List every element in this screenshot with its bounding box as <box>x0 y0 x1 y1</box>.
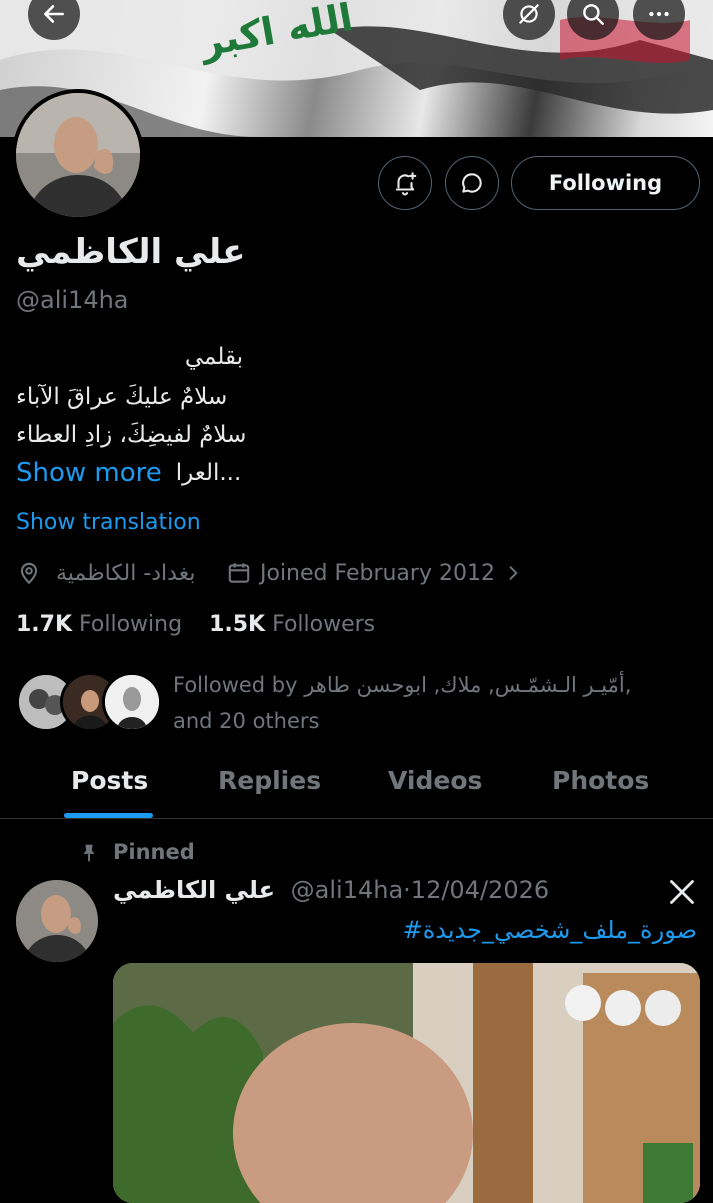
bio-line-3: سلامٌ لفيضِكَ، زادِ العطاء <box>16 422 247 448</box>
x-grok-icon[interactable] <box>668 878 696 906</box>
avatar-photo <box>16 93 140 217</box>
tabs-divider <box>0 818 713 819</box>
message-icon <box>462 173 482 193</box>
post-header: علي الكاظمي @ali14ha·12/04/2026 <box>113 876 549 904</box>
profile-avatar[interactable] <box>12 89 144 221</box>
profile-name: علي الكاظمي <box>16 232 246 272</box>
location-row: بغداد- الكاظمية <box>16 560 195 586</box>
post-photo <box>113 963 700 1203</box>
following-label: Following <box>79 612 183 637</box>
following-button[interactable]: Following <box>511 156 700 210</box>
location-text: بغداد- الكاظمية <box>56 560 196 586</box>
followed-by-text[interactable]: Followed by أمّيـر الـشمّـس, ملاك, ابوحس… <box>173 667 693 739</box>
post-date[interactable]: 12/04/2026 <box>411 876 549 904</box>
tab-photos[interactable]: Photos <box>552 766 649 795</box>
bio-line-2: سلامٌ عليكَ عراقَ الآباء <box>16 384 228 410</box>
follower-avatar-3[interactable] <box>102 672 162 732</box>
post-avatar-photo <box>16 880 98 962</box>
follower-photo-3 <box>105 675 159 729</box>
search-icon <box>583 4 604 25</box>
notify-button[interactable] <box>378 156 432 210</box>
message-button[interactable] <box>445 156 499 210</box>
tab-replies[interactable]: Replies <box>218 766 321 795</box>
post-separator: · <box>403 876 411 904</box>
bio-tail: العرا... <box>175 460 242 486</box>
more-dots-icon <box>649 11 669 17</box>
chevron-right-icon <box>509 566 518 580</box>
arrow-left-icon <box>44 5 64 23</box>
bio-line-1: بقلمي <box>184 344 243 370</box>
link-slash-icon <box>519 4 539 24</box>
show-translation-link[interactable]: Show translation <box>16 510 201 535</box>
post-author-handle[interactable]: @ali14ha <box>291 876 404 904</box>
tab-videos[interactable]: Videos <box>388 766 482 795</box>
show-more-link[interactable]: Show more <box>16 458 162 488</box>
follow-counts: 1.7K Following 1.5K Followers <box>16 612 375 637</box>
post-author-avatar[interactable] <box>16 880 98 962</box>
followers-count: 1.5K <box>209 612 266 637</box>
following-count-link[interactable]: 1.7K Following <box>16 612 182 637</box>
post-author-name[interactable]: علي الكاظمي <box>113 876 275 904</box>
calendar-icon <box>228 563 250 583</box>
followers-count-link[interactable]: 1.5K Followers <box>209 612 375 637</box>
bio-line-4: Show more العرا... <box>16 458 241 488</box>
joined-row[interactable]: Joined February 2012 <box>226 560 523 586</box>
profile-handle: @ali14ha <box>16 286 129 314</box>
pinned-label: Pinned <box>113 840 195 864</box>
location-pin-icon <box>20 562 38 585</box>
post-hashtag[interactable]: #صورة_ملف_شخصي_جديدة <box>403 916 697 944</box>
followed-by-line-1: Followed by أمّيـر الـشمّـس, ملاك, ابوحس… <box>173 673 632 697</box>
followers-label: Followers <box>272 612 376 637</box>
followed-by-line-2: and 20 others <box>173 709 320 733</box>
bell-plus-icon <box>395 172 417 196</box>
tab-posts[interactable]: Posts <box>71 766 148 795</box>
joined-text: Joined February 2012 <box>260 560 495 586</box>
pin-icon <box>83 844 95 862</box>
following-count: 1.7K <box>16 612 73 637</box>
post-image[interactable] <box>113 963 700 1203</box>
